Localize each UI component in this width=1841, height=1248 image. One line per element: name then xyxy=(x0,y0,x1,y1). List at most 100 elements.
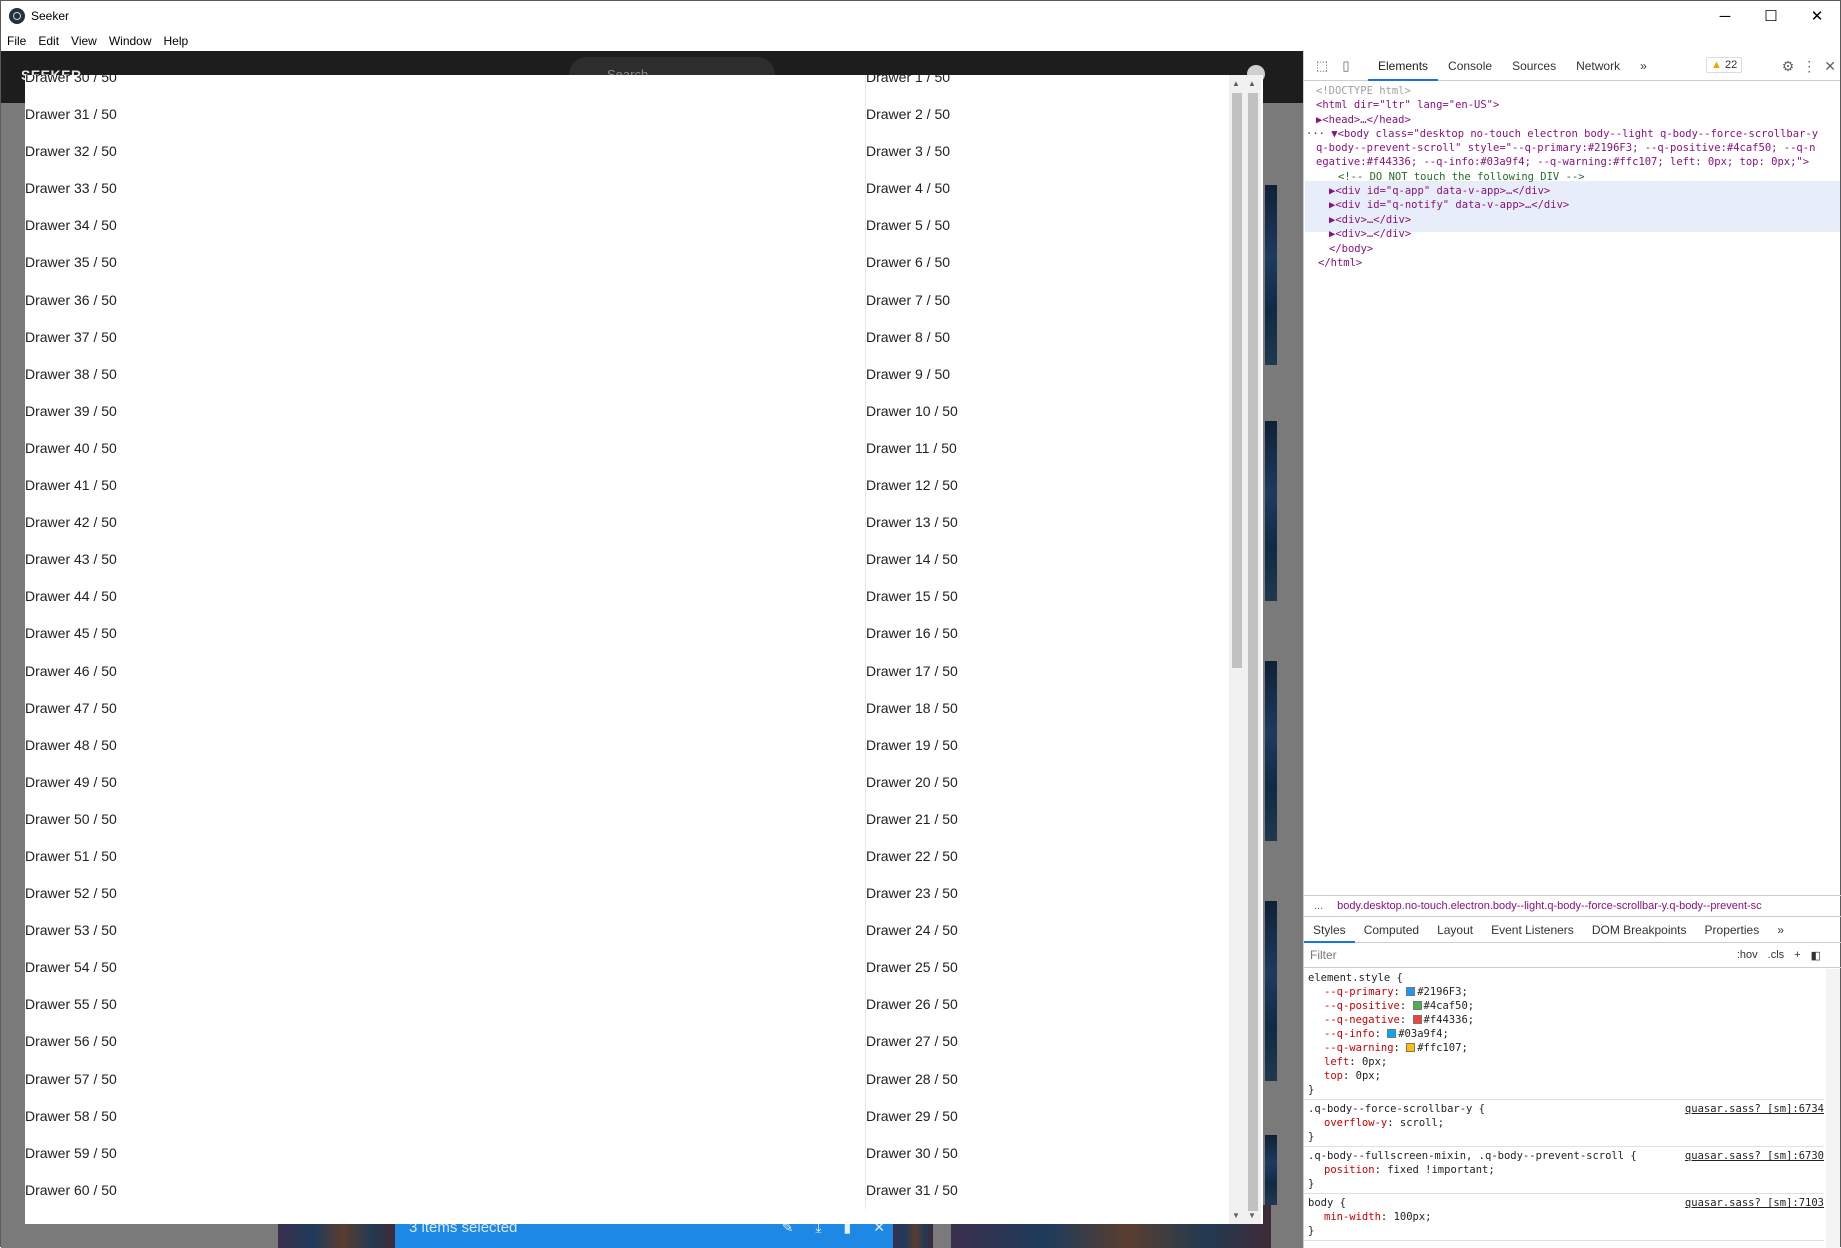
drawer-item[interactable]: Drawer 39 / 50 xyxy=(25,393,865,430)
warnings-badge[interactable]: ▲ 22 xyxy=(1706,57,1743,73)
drawer-item[interactable]: Drawer 43 / 50 xyxy=(25,541,865,578)
add-rule-icon[interactable]: + xyxy=(1794,949,1800,962)
color-swatch-icon[interactable] xyxy=(1387,1029,1397,1038)
color-swatch-icon[interactable] xyxy=(1412,1001,1422,1010)
css-property[interactable]: --q-primary: #2196F3; xyxy=(1308,985,1820,999)
menu-view[interactable]: View xyxy=(65,34,103,48)
dialog-scrollbar-right[interactable]: ▲ ▼ xyxy=(1245,75,1261,1224)
drawer-item[interactable]: Drawer 45 / 50 xyxy=(25,615,865,652)
css-property[interactable]: --q-negative: #f44336; xyxy=(1308,1013,1820,1027)
css-property[interactable]: --q-positive: #4caf50; xyxy=(1308,999,1820,1013)
css-property-value[interactable]: 0px; xyxy=(1362,1056,1387,1068)
css-property[interactable]: position: fixed !important; xyxy=(1308,1163,1820,1177)
dom-line[interactable]: </html> xyxy=(1318,255,1362,272)
thumbnail-image[interactable] xyxy=(1265,1135,1277,1205)
drawer-item[interactable]: Drawer 38 / 50 xyxy=(25,356,865,393)
drawer-item[interactable]: Drawer 48 / 50 xyxy=(25,727,865,764)
inspect-icon[interactable]: ⬚ xyxy=(1310,54,1334,78)
tab-console[interactable]: Console xyxy=(1438,51,1502,81)
styles-filter-input[interactable]: Filter :hov .cls + ◧ xyxy=(1304,943,1841,968)
tab-properties[interactable]: Properties xyxy=(1696,917,1769,943)
drawer-item[interactable]: Drawer 31 / 50 xyxy=(25,96,865,133)
drawer-item[interactable]: Drawer 13 / 50 xyxy=(866,504,1255,541)
thumbnail-image[interactable] xyxy=(1265,185,1277,365)
css-property-name[interactable]: overflow-y xyxy=(1324,1117,1387,1129)
css-source-link[interactable]: quasar.sass? [sm]:6734 xyxy=(1685,1102,1824,1116)
color-swatch-icon[interactable] xyxy=(1412,1015,1422,1024)
css-property-value[interactable]: #4caf50; xyxy=(1424,1000,1475,1012)
css-property-value[interactable]: #f44336; xyxy=(1424,1014,1475,1026)
css-property[interactable]: left: 0px; xyxy=(1308,1055,1820,1069)
drawer-item[interactable]: Drawer 4 / 50 xyxy=(866,170,1255,207)
css-property-name[interactable]: --q-positive xyxy=(1324,1000,1400,1012)
more-options-icon[interactable]: ⋮ xyxy=(1802,58,1816,75)
more-tabs-button[interactable]: » xyxy=(1630,51,1657,81)
scroll-thumb[interactable] xyxy=(1232,93,1242,668)
drawer-item[interactable]: Drawer 29 / 50 xyxy=(866,1098,1255,1135)
more-style-tabs-button[interactable]: » xyxy=(1768,917,1793,943)
drawer-item[interactable]: Drawer 34 / 50 xyxy=(25,207,865,244)
css-property-value[interactable]: 100px; xyxy=(1394,1211,1432,1223)
css-property-value[interactable]: #03a9f4; xyxy=(1398,1028,1449,1040)
css-property[interactable]: --q-warning: #ffc107; xyxy=(1308,1041,1820,1055)
drawer-item[interactable]: Drawer 18 / 50 xyxy=(866,690,1255,727)
tab-computed[interactable]: Computed xyxy=(1355,917,1428,943)
drawer-item[interactable]: Drawer 1 / 50 xyxy=(866,75,1255,96)
drawer-item[interactable]: Drawer 28 / 50 xyxy=(866,1061,1255,1098)
drawer-item[interactable]: Drawer 10 / 50 xyxy=(866,393,1255,430)
styles-scrollbar[interactable] xyxy=(1826,969,1840,1248)
menu-edit[interactable]: Edit xyxy=(32,34,65,48)
drawer-item[interactable]: Drawer 41 / 50 xyxy=(25,467,865,504)
menu-file[interactable]: File xyxy=(1,34,32,48)
css-property[interactable]: --q-info: #03a9f4; xyxy=(1308,1027,1820,1041)
drawer-item[interactable]: Drawer 32 / 50 xyxy=(25,133,865,170)
thumbnail-image[interactable] xyxy=(1265,901,1277,1081)
drawer-item[interactable]: Drawer 33 / 50 xyxy=(25,170,865,207)
drawer-item[interactable]: Drawer 49 / 50 xyxy=(25,764,865,801)
css-source-link[interactable]: quasar.sass? [sm]:6730 xyxy=(1685,1149,1824,1163)
tab-elements[interactable]: Elements xyxy=(1368,51,1439,81)
drawer-item[interactable]: Drawer 36 / 50 xyxy=(25,282,865,319)
drawer-item[interactable]: Drawer 50 / 50 xyxy=(25,801,865,838)
breadcrumb[interactable]: ... body.desktop.no-touch.electron.body--… xyxy=(1304,895,1841,917)
drawer-item[interactable]: Drawer 46 / 50 xyxy=(25,653,865,690)
dialog-scrollbar-left[interactable]: ▲ ▼ xyxy=(1229,75,1245,1224)
drawer-item[interactable]: Drawer 5 / 50 xyxy=(866,207,1255,244)
hov-toggle[interactable]: :hov xyxy=(1737,949,1758,962)
drawer-item[interactable]: Drawer 60 / 50 xyxy=(25,1172,865,1209)
tab-dom-breakpoints[interactable]: DOM Breakpoints xyxy=(1583,917,1696,943)
drawer-item[interactable]: Drawer 6 / 50 xyxy=(866,244,1255,281)
drawer-item[interactable]: Drawer 22 / 50 xyxy=(866,838,1255,875)
drawer-item[interactable]: Drawer 12 / 50 xyxy=(866,467,1255,504)
drawer-item[interactable]: Drawer 21 / 50 xyxy=(866,801,1255,838)
close-devtools-icon[interactable]: ✕ xyxy=(1824,58,1836,75)
scroll-up-icon[interactable]: ▲ xyxy=(1232,79,1240,88)
scroll-thumb[interactable] xyxy=(1248,93,1258,1211)
scroll-down-icon[interactable]: ▼ xyxy=(1248,1211,1256,1220)
thumbnail-image[interactable] xyxy=(1265,421,1277,601)
drawer-item[interactable]: Drawer 30 / 50 xyxy=(866,1135,1255,1172)
css-property-value[interactable]: #ffc107; xyxy=(1417,1042,1468,1054)
drawer-item[interactable]: Drawer 7 / 50 xyxy=(866,282,1255,319)
cls-toggle[interactable]: .cls xyxy=(1768,949,1785,962)
minimize-button[interactable]: ─ xyxy=(1702,1,1748,31)
css-selector[interactable]: element.style { xyxy=(1308,971,1820,985)
drawer-item[interactable]: Drawer 55 / 50 xyxy=(25,986,865,1023)
drawer-item[interactable]: Drawer 51 / 50 xyxy=(25,838,865,875)
tab-network[interactable]: Network xyxy=(1566,51,1630,81)
scroll-down-icon[interactable]: ▼ xyxy=(1232,1211,1240,1220)
drawer-item[interactable]: Drawer 16 / 50 xyxy=(866,615,1255,652)
css-property-value[interactable]: scroll; xyxy=(1400,1117,1444,1129)
drawer-item[interactable]: Drawer 42 / 50 xyxy=(25,504,865,541)
css-rule[interactable]: .q-body--fullscreen-mixin, .q-body--prev… xyxy=(1304,1147,1824,1194)
css-property-value[interactable]: fixed !important; xyxy=(1387,1164,1494,1176)
thumbnail-image[interactable] xyxy=(1265,661,1277,841)
css-property-name[interactable]: --q-negative xyxy=(1324,1014,1400,1026)
css-property-name[interactable]: --q-info xyxy=(1324,1028,1375,1040)
drawer-item[interactable]: Drawer 26 / 50 xyxy=(866,986,1255,1023)
css-source-link[interactable]: quasar.sass? [sm]:7103 xyxy=(1685,1196,1824,1210)
css-rule[interactable]: element.style {--q-primary: #2196F3; --q-… xyxy=(1304,969,1824,1100)
drawer-item[interactable]: Drawer 44 / 50 xyxy=(25,578,865,615)
css-property-name[interactable]: left xyxy=(1324,1056,1349,1068)
drawer-item[interactable]: Drawer 2 / 50 xyxy=(866,96,1255,133)
